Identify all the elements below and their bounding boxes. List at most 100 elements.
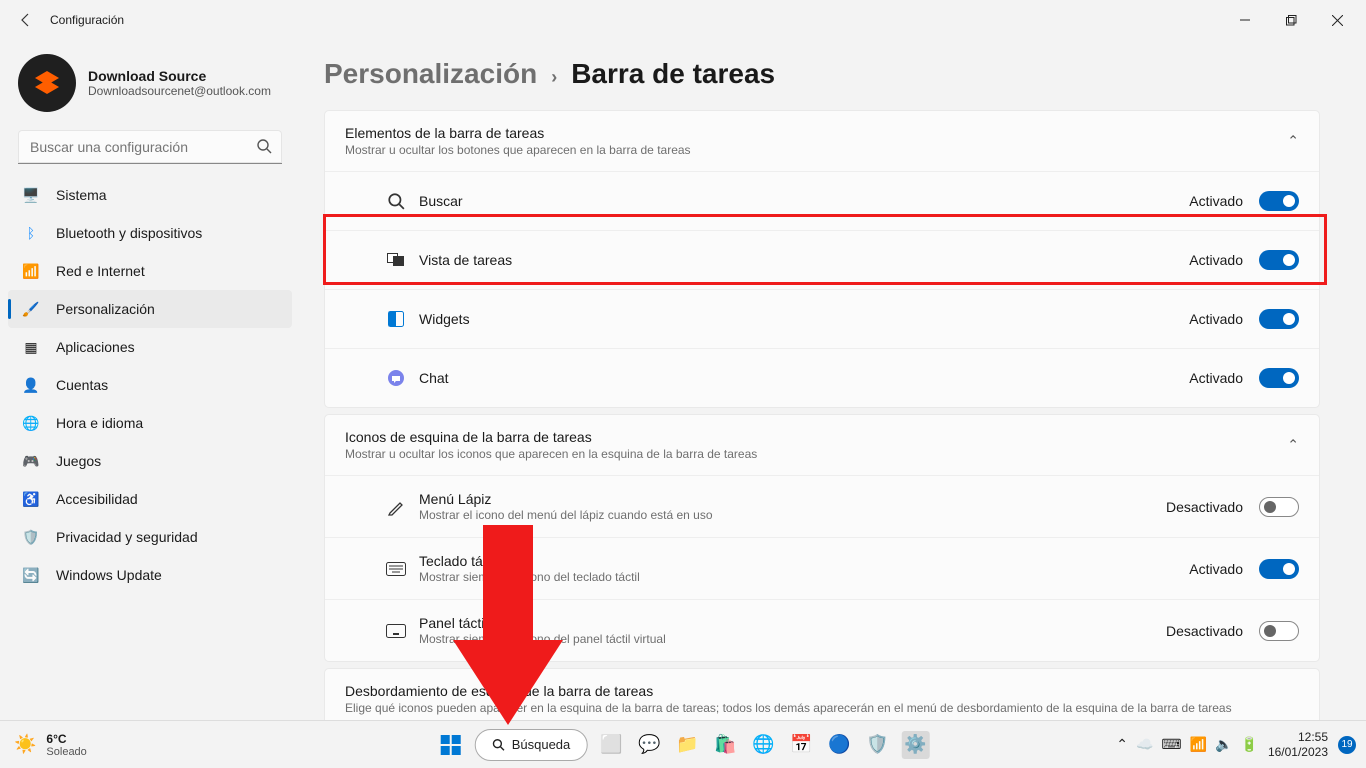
- nav-icon: ♿: [22, 490, 40, 508]
- taskview-icon[interactable]: ⬜: [597, 731, 625, 759]
- toggle-state: Activado: [1189, 561, 1243, 577]
- breadcrumb-parent[interactable]: Personalización: [324, 58, 537, 90]
- breadcrumb: Personalización › Barra de tareas: [324, 58, 1320, 90]
- row-icon: [385, 192, 407, 210]
- section-header[interactable]: Elementos de la barra de tareas Mostrar …: [325, 111, 1319, 171]
- chat-icon[interactable]: 💬: [635, 731, 663, 759]
- section-title: Desbordamiento de esquina de la barra de…: [345, 683, 1232, 699]
- nav-label: Windows Update: [56, 567, 162, 583]
- search-icon: [256, 138, 272, 154]
- setting-row: WidgetsActivado: [325, 289, 1319, 348]
- toggle-switch[interactable]: [1259, 191, 1299, 211]
- toggle-state: Activado: [1189, 193, 1243, 209]
- row-icon: [385, 498, 407, 516]
- back-button[interactable]: [6, 0, 46, 40]
- section-subtitle: Mostrar u ocultar los botones que aparec…: [345, 143, 691, 157]
- setting-row: Vista de tareas Activado: [325, 230, 1319, 289]
- onedrive-icon[interactable]: ☁️: [1136, 736, 1153, 753]
- chrome-icon[interactable]: 🔵: [825, 731, 853, 759]
- battery-icon[interactable]: 🔋: [1241, 736, 1258, 753]
- toggle-state: Desactivado: [1166, 623, 1243, 639]
- sidebar-item-bluetooth-y-dispositivos[interactable]: ᛒ Bluetooth y dispositivos: [8, 214, 292, 252]
- chevron-up-icon[interactable]: ⌃: [1116, 736, 1128, 753]
- settings-icon[interactable]: ⚙️: [901, 731, 929, 759]
- sidebar-item-windows-update[interactable]: 🔄 Windows Update: [8, 556, 292, 594]
- start-button[interactable]: [437, 731, 465, 759]
- notification-badge[interactable]: 19: [1338, 736, 1356, 754]
- nav-icon: 🔄: [22, 566, 40, 584]
- sidebar-item-juegos[interactable]: 🎮Juegos: [8, 442, 292, 480]
- search-input[interactable]: [18, 130, 282, 164]
- toggle-state: Activado: [1189, 252, 1243, 268]
- taskbar: ☀️ 6°C Soleado Búsqueda ⬜ 💬 📁 🛍️ 🌐 📅 🔵 🛡…: [0, 720, 1366, 768]
- avatar: [18, 54, 76, 112]
- row-label: Vista de tareas: [419, 252, 512, 268]
- row-icon: [385, 562, 407, 576]
- row-sublabel: Mostrar siempre el icono del panel tácti…: [419, 632, 666, 646]
- toggle-switch[interactable]: [1259, 621, 1299, 641]
- row-label: Widgets: [419, 311, 470, 327]
- main-content: Personalización › Barra de tareas Elemen…: [300, 40, 1366, 720]
- taskbar-search[interactable]: Búsqueda: [475, 729, 588, 761]
- settings-search[interactable]: [18, 130, 282, 164]
- row-label: Menú Lápiz: [419, 491, 713, 507]
- section-header[interactable]: Desbordamiento de esquina de la barra de…: [325, 669, 1319, 720]
- minimize-button[interactable]: [1222, 0, 1268, 40]
- system-tray[interactable]: ⌃ ☁️ ⌨ 📶 🔈 🔋: [1116, 736, 1258, 753]
- maximize-button[interactable]: [1268, 0, 1314, 40]
- toggle-switch[interactable]: [1259, 368, 1299, 388]
- clock[interactable]: 12:55 16/01/2023: [1268, 730, 1328, 759]
- sidebar-item-sistema[interactable]: 🖥️Sistema: [8, 176, 292, 214]
- nav-icon: ᛒ: [22, 224, 40, 242]
- calendar-icon[interactable]: 📅: [787, 731, 815, 759]
- sidebar-item-aplicaciones[interactable]: ▦Aplicaciones: [8, 328, 292, 366]
- row-icon: [385, 624, 407, 638]
- security-icon[interactable]: 🛡️: [863, 731, 891, 759]
- store-icon[interactable]: 🛍️: [711, 731, 739, 759]
- section-subtitle: Elige qué iconos pueden aparecer en la e…: [345, 701, 1232, 715]
- chevron-up-icon[interactable]: ⌃: [1287, 133, 1299, 150]
- nav-label: Personalización: [56, 301, 155, 317]
- section-corner-icons: Iconos de esquina de la barra de tareas …: [324, 414, 1320, 662]
- sidebar-item-privacidad-y-seguridad[interactable]: 🛡️Privacidad y seguridad: [8, 518, 292, 556]
- nav-icon: 🛡️: [22, 528, 40, 546]
- weather-widget[interactable]: ☀️ 6°C Soleado: [0, 732, 87, 758]
- toggle-state: Desactivado: [1166, 499, 1243, 515]
- sidebar-item-accesibilidad[interactable]: ♿Accesibilidad: [8, 480, 292, 518]
- nav-label: Red e Internet: [56, 263, 145, 279]
- section-subtitle: Mostrar u ocultar los iconos que aparece…: [345, 447, 757, 461]
- setting-row: Teclado táctilMostrar siempre el icono d…: [325, 537, 1319, 599]
- row-icon: [385, 369, 407, 387]
- sidebar-item-personalización[interactable]: 🖌️Personalización: [8, 290, 292, 328]
- toggle-switch[interactable]: [1259, 250, 1299, 270]
- close-button[interactable]: [1314, 0, 1360, 40]
- chevron-up-icon[interactable]: ⌃: [1287, 437, 1299, 454]
- toggle-switch[interactable]: [1259, 559, 1299, 579]
- window-title: Configuración: [50, 13, 124, 27]
- row-label: Chat: [419, 370, 449, 386]
- explorer-icon[interactable]: 📁: [673, 731, 701, 759]
- wifi-icon[interactable]: 📶: [1190, 736, 1207, 753]
- keyboard-icon[interactable]: ⌨: [1161, 736, 1181, 753]
- nav-icon: 🖥️: [22, 186, 40, 204]
- breadcrumb-separator: ›: [551, 67, 557, 88]
- profile-name: Download Source: [88, 68, 271, 84]
- nav-icon: 🎮: [22, 452, 40, 470]
- section-header[interactable]: Iconos de esquina de la barra de tareas …: [325, 415, 1319, 475]
- toggle-switch[interactable]: [1259, 309, 1299, 329]
- nav-label: Bluetooth y dispositivos: [56, 225, 202, 241]
- sidebar-item-red-e-internet[interactable]: 📶Red e Internet: [8, 252, 292, 290]
- toggle-switch[interactable]: [1259, 497, 1299, 517]
- profile[interactable]: Download Source Downloadsourcenet@outloo…: [8, 48, 292, 126]
- setting-row: Panel táctilMostrar siempre el icono del…: [325, 599, 1319, 661]
- sidebar-item-cuentas[interactable]: 👤Cuentas: [8, 366, 292, 404]
- nav-label: Cuentas: [56, 377, 108, 393]
- taskbar-search-label: Búsqueda: [512, 737, 571, 752]
- edge-icon[interactable]: 🌐: [749, 731, 777, 759]
- row-sublabel: Mostrar el icono del menú del lápiz cuan…: [419, 508, 713, 522]
- sidebar-item-hora-e-idioma[interactable]: 🌐Hora e idioma: [8, 404, 292, 442]
- section-title: Iconos de esquina de la barra de tareas: [345, 429, 757, 445]
- volume-icon[interactable]: 🔈: [1215, 736, 1232, 753]
- nav-icon: ▦: [22, 338, 40, 356]
- setting-row: Menú LápizMostrar el icono del menú del …: [325, 475, 1319, 537]
